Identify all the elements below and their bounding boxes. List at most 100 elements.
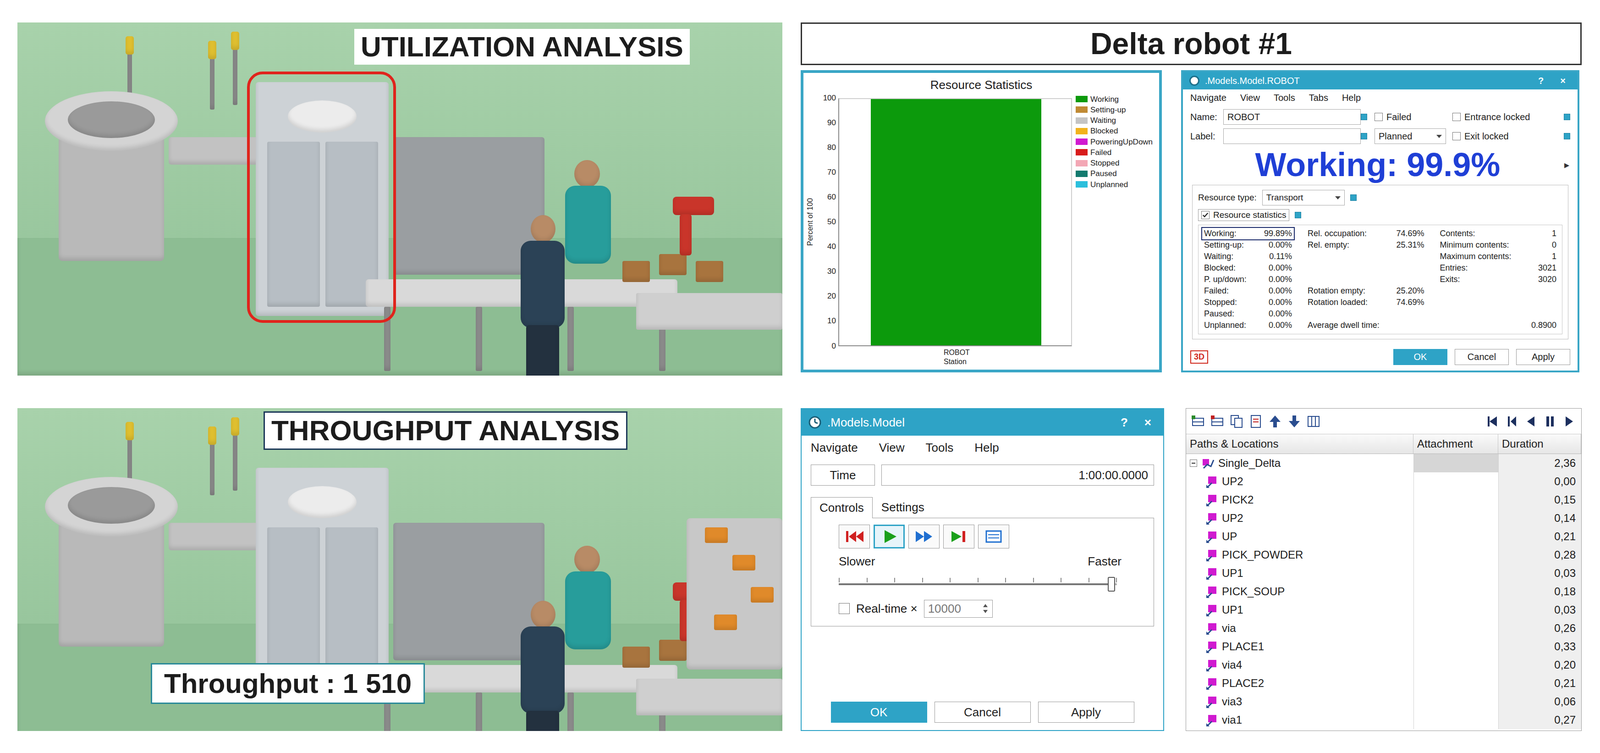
list-button[interactable] — [978, 524, 1010, 549]
paste-icon[interactable] — [1248, 413, 1264, 429]
first-icon[interactable] — [1484, 413, 1500, 429]
axis-label: Percent of 100 — [803, 98, 818, 347]
checkbox[interactable] — [1452, 112, 1461, 121]
column-header[interactable]: Attachment — [1413, 434, 1499, 454]
table-row[interactable]: UP20,14 — [1186, 508, 1582, 528]
play-button[interactable] — [873, 524, 905, 549]
tab[interactable]: Settings — [872, 496, 934, 518]
operator-head — [574, 545, 600, 573]
copy-icon[interactable] — [1229, 413, 1244, 429]
slider-thumb[interactable] — [1107, 576, 1116, 592]
remove-row-icon[interactable] — [1209, 413, 1225, 429]
cancel-button[interactable]: Cancel — [934, 701, 1031, 723]
checkbox[interactable] — [1201, 210, 1210, 220]
expand-toggle[interactable] — [1189, 459, 1198, 467]
checkbox[interactable] — [1452, 131, 1461, 141]
option-icon[interactable] — [1563, 132, 1571, 140]
ok-button[interactable]: OK — [1393, 348, 1448, 365]
duration-value: 0,28 — [1554, 547, 1576, 562]
table-row[interactable]: PICK_POWDER0,28 — [1186, 545, 1582, 564]
legend-label: Paused — [1090, 168, 1117, 179]
play-icon — [878, 527, 901, 546]
statistics-toggle[interactable]: Resource statistics — [1198, 208, 1563, 221]
operator-body — [520, 626, 565, 714]
legend-swatch — [1075, 138, 1088, 145]
title-button[interactable]: × — [1554, 75, 1572, 87]
menu-item[interactable]: View — [1240, 92, 1260, 104]
menu-item[interactable]: Navigate — [810, 439, 858, 456]
column-header[interactable]: Paths & Locations — [1186, 434, 1414, 454]
option-icon[interactable] — [1350, 194, 1357, 201]
ok-button[interactable]: OK — [830, 701, 928, 723]
callout-row: Working: 99.9%▸ — [1182, 146, 1578, 183]
apply-button[interactable]: Apply — [1038, 701, 1135, 723]
option-icon[interactable] — [1360, 132, 1368, 140]
name-cell: UP2 — [1186, 508, 1414, 528]
move-down-icon[interactable] — [1286, 413, 1302, 429]
previous-icon[interactable] — [1504, 413, 1519, 429]
expand-button[interactable]: ▸ — [1564, 158, 1570, 172]
option-icon[interactable] — [1294, 211, 1302, 219]
exit-check[interactable]: Exit locked — [1452, 130, 1571, 143]
table-row[interactable]: PLACE20,21 — [1186, 673, 1582, 693]
window-title: .Models.Model — [827, 414, 905, 430]
apply-button[interactable]: Apply — [1516, 348, 1571, 365]
failed-check[interactable]: Failed — [1374, 111, 1453, 123]
conveyor-leg — [384, 306, 391, 371]
title-button[interactable]: ? — [1532, 75, 1550, 87]
speed-slider[interactable] — [838, 573, 1117, 594]
cancel-button[interactable]: Cancel — [1454, 348, 1509, 365]
option-icon[interactable] — [1563, 113, 1571, 121]
table-row[interactable]: via0,26 — [1186, 618, 1582, 638]
menu-item[interactable]: Tools — [1273, 92, 1296, 104]
name-field[interactable]: ROBOT — [1223, 109, 1361, 125]
back-icon[interactable] — [1523, 413, 1539, 429]
stat-value: 74.69% — [1396, 228, 1425, 239]
fast-button[interactable] — [908, 524, 940, 549]
table-row[interactable]: UP10,03 — [1186, 563, 1582, 583]
table-row[interactable]: via40,20 — [1186, 655, 1582, 674]
title-button[interactable]: ? — [1115, 414, 1134, 430]
menu-item[interactable]: Navigate — [1190, 92, 1227, 104]
robot-arm — [679, 214, 692, 256]
pause-icon[interactable] — [1542, 413, 1558, 429]
table-row[interactable]: UP20,00 — [1186, 472, 1582, 491]
menu-item[interactable]: Help — [1341, 92, 1361, 104]
location-icon — [1205, 657, 1219, 672]
column-header[interactable]: Duration — [1498, 434, 1582, 454]
tab[interactable]: Controls — [810, 496, 873, 518]
stat-cell: Maximum contents:1 — [1438, 250, 1559, 263]
table-row[interactable]: PICK_SOUP0,18 — [1186, 582, 1582, 601]
menu-item[interactable]: Help — [974, 439, 999, 456]
stat-item: Working:99.89% — [1202, 227, 1294, 240]
entrance-check[interactable]: Entrance locked — [1452, 111, 1571, 123]
forward-icon[interactable] — [1561, 413, 1577, 429]
table-row[interactable]: via10,27 — [1186, 710, 1582, 729]
label-field[interactable] — [1223, 128, 1361, 144]
menu-item[interactable]: Tools — [925, 439, 954, 456]
add-row-icon[interactable] — [1190, 413, 1206, 429]
table-row[interactable]: Single_Delta2,36 — [1186, 453, 1582, 473]
step-button[interactable] — [943, 524, 975, 549]
reset-icon — [843, 527, 866, 546]
reset-button[interactable] — [838, 524, 870, 549]
table-row[interactable]: PLACE10,33 — [1186, 637, 1582, 656]
realtime-factor[interactable]: 10000 — [923, 599, 993, 618]
menu-item[interactable]: View — [879, 439, 905, 456]
time-button[interactable]: Time — [810, 464, 875, 486]
columns-icon[interactable] — [1306, 413, 1321, 429]
resource-type-dropdown[interactable]: Transport — [1262, 189, 1345, 206]
table-row[interactable]: PICK20,15 — [1186, 490, 1582, 509]
table-row[interactable]: via30,06 — [1186, 692, 1582, 711]
3d-tab[interactable]: 3D — [1190, 350, 1209, 364]
table-row[interactable]: UP0,21 — [1186, 527, 1582, 546]
mode-dropdown[interactable]: Planned — [1374, 128, 1447, 144]
realtime-checkbox[interactable] — [838, 602, 850, 614]
table-row[interactable]: UP10,03 — [1186, 600, 1582, 619]
title-button[interactable]: × — [1138, 414, 1157, 430]
option-icon[interactable] — [1360, 113, 1368, 121]
time-field[interactable]: 1:00:00.0000 — [881, 464, 1155, 486]
move-up-icon[interactable] — [1267, 413, 1283, 429]
menu-item[interactable]: Tabs — [1308, 92, 1329, 104]
checkbox[interactable] — [1374, 112, 1383, 121]
